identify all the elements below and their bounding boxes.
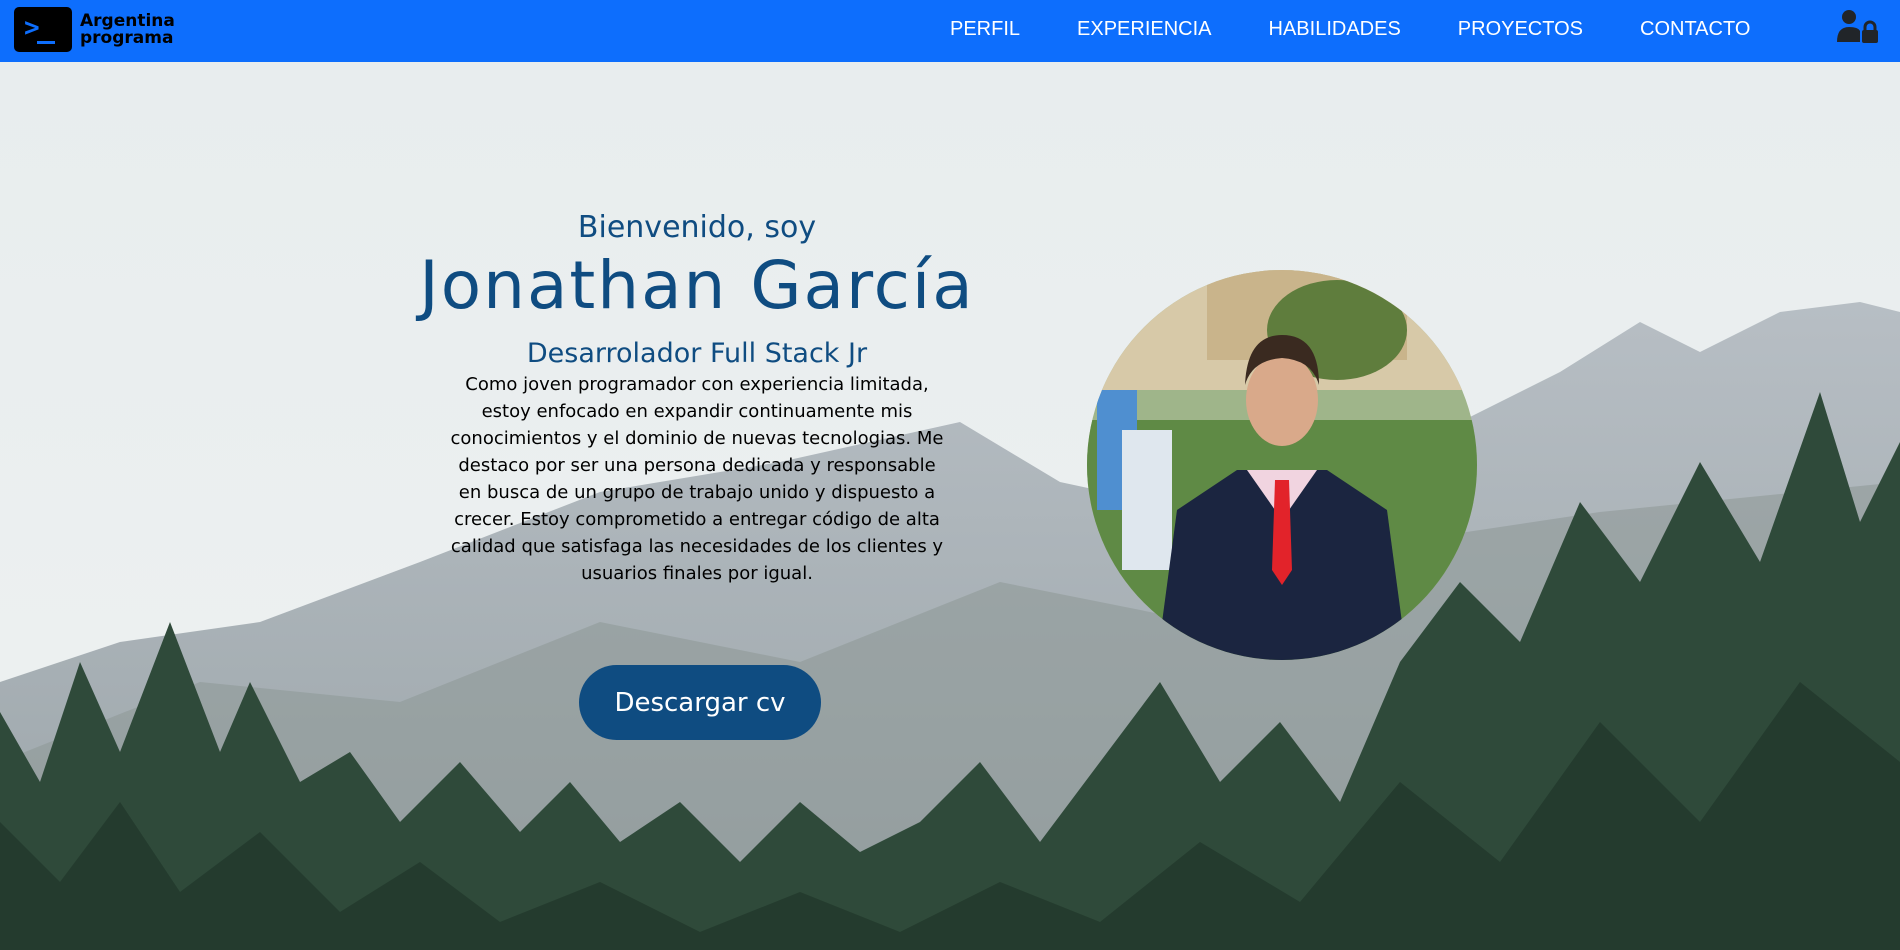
terminal-icon: > bbox=[14, 7, 72, 52]
user-lock-icon[interactable] bbox=[1836, 9, 1878, 43]
nav-experiencia[interactable]: EXPERIENCIA bbox=[1077, 18, 1211, 41]
profile-photo bbox=[1087, 270, 1477, 660]
nav-contacto[interactable]: CONTACTO bbox=[1640, 18, 1750, 41]
greeting: Bienvenido, soy bbox=[577, 210, 817, 245]
navbar: > Argentina programa PERFIL EXPERIENCIA H… bbox=[0, 0, 1900, 62]
logo-line1: Argentina bbox=[80, 10, 175, 31]
argentina-programa-logo[interactable]: > Argentina programa bbox=[14, 7, 175, 52]
nav-habilidades[interactable]: HABILIDADES bbox=[1269, 18, 1401, 41]
nav-proyectos[interactable]: PROYECTOS bbox=[1458, 18, 1583, 41]
hero-section: Bienvenido, soy Jonathan García Desarrol… bbox=[397, 210, 997, 587]
nav-perfil[interactable]: PERFIL bbox=[950, 18, 1020, 41]
name-heading: Jonathan García bbox=[419, 247, 975, 324]
logo-line2: programa bbox=[80, 27, 174, 48]
download-cv-button[interactable]: Descargar cv bbox=[579, 665, 821, 740]
role-subtitle: Desarrolador Full Stack Jr bbox=[526, 338, 868, 369]
about-text: Como joven programador con experiencia l… bbox=[450, 374, 944, 584]
